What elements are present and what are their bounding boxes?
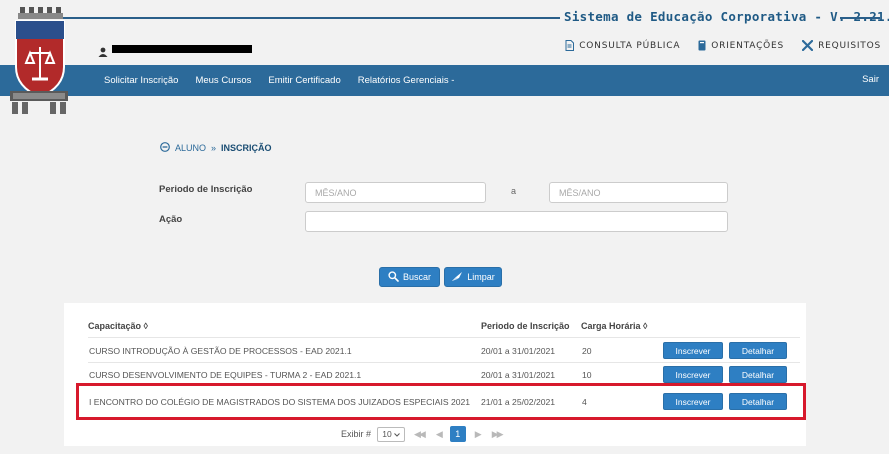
details-button[interactable]: Detalhar xyxy=(729,342,787,359)
tools-icon xyxy=(802,40,814,51)
breadcrumb-current: INSCRIÇÃO xyxy=(221,143,272,153)
course-period: 20/01 a 31/01/2021 xyxy=(481,370,556,380)
search-button[interactable]: Buscar xyxy=(379,267,440,287)
nav-item-solicitar-inscricao[interactable]: Solicitar Inscrição xyxy=(104,75,178,86)
header-rule-right xyxy=(840,17,880,19)
first-page-icon[interactable]: ◀◀ xyxy=(411,429,427,440)
column-header-capacitacao[interactable]: Capacitação ◊ xyxy=(88,321,148,331)
period-separator: a xyxy=(511,186,517,196)
breadcrumb-parent[interactable]: ALUNO xyxy=(175,143,206,153)
chevron-down-icon xyxy=(393,429,400,439)
page-size-select[interactable]: 10 xyxy=(377,426,406,442)
eraser-icon xyxy=(451,271,463,284)
nav-item-relatorios-gerenciais[interactable]: Relatórios Gerenciais - xyxy=(358,75,455,86)
nav-item-emitir-certificado[interactable]: Emitir Certificado xyxy=(268,75,340,86)
action-label: Ação xyxy=(159,214,183,225)
top-link-orientacoes[interactable]: ORIENTAÇÕES xyxy=(698,40,784,51)
header-rule-left xyxy=(60,17,560,19)
period-label: Periodo de Inscrição xyxy=(159,184,253,195)
clear-button[interactable]: Limpar xyxy=(444,267,502,287)
breadcrumb-separator: » xyxy=(211,143,217,153)
top-link-label: CONSULTA PÚBLICA xyxy=(579,40,681,51)
action-input[interactable] xyxy=(305,211,728,232)
course-period: 20/01 a 31/01/2021 xyxy=(481,346,556,356)
top-links: CONSULTA PÚBLICA ORIENTAÇÕES REQUISITOS xyxy=(565,40,881,51)
book-icon xyxy=(698,40,706,51)
clear-button-label: Limpar xyxy=(467,272,495,282)
search-button-label: Buscar xyxy=(402,272,431,282)
logout-link[interactable]: Sair xyxy=(862,74,879,85)
nav-item-meus-cursos[interactable]: Meus Cursos xyxy=(195,75,251,86)
user-info xyxy=(98,42,252,57)
highlight-box xyxy=(76,383,806,420)
page-number-current[interactable]: 1 xyxy=(449,426,466,442)
course-hours: 10 xyxy=(582,370,592,380)
header: Sistema de Educação Corporativa - V. 2.2… xyxy=(0,0,889,38)
breadcrumb: ALUNO » INSCRIÇÃO xyxy=(160,142,272,154)
user-icon xyxy=(98,44,108,57)
details-button[interactable]: Detalhar xyxy=(729,366,787,383)
user-name-redacted xyxy=(112,45,252,53)
table-divider xyxy=(88,337,800,338)
period-to-input[interactable] xyxy=(549,182,728,203)
top-link-consulta-publica[interactable]: CONSULTA PÚBLICA xyxy=(565,40,680,51)
table-divider xyxy=(88,362,800,363)
collapse-circle-icon[interactable] xyxy=(160,142,170,154)
pagination: Exibir # 10 ◀◀ ◀ 1 ▶ ▶▶ xyxy=(341,426,505,442)
course-hours: 20 xyxy=(582,346,592,356)
main-navbar: Solicitar Inscrição Meus Cursos Emitir C… xyxy=(0,65,889,96)
course-name: CURSO DESENVOLVIMENTO DE EQUIPES - TURMA… xyxy=(89,370,362,380)
next-page-icon[interactable]: ▶ xyxy=(472,429,483,440)
nav-menu: Solicitar Inscrição Meus Cursos Emitir C… xyxy=(104,65,454,96)
top-link-requisitos[interactable]: REQUISITOS xyxy=(802,40,881,51)
document-icon xyxy=(565,40,575,51)
period-from-input[interactable] xyxy=(305,182,486,203)
enroll-button[interactable]: Inscrever xyxy=(663,342,723,359)
search-icon xyxy=(388,270,399,284)
course-name: CURSO INTRODUÇÃO À GESTÃO DE PROCESSOS -… xyxy=(89,346,352,356)
top-link-label: ORIENTAÇÕES xyxy=(711,40,785,51)
page-size-label: Exibir # xyxy=(341,429,372,439)
enroll-button[interactable]: Inscrever xyxy=(663,366,723,383)
last-page-icon[interactable]: ▶▶ xyxy=(489,429,505,440)
page-size-value: 10 xyxy=(382,429,392,439)
coat-of-arms-logo xyxy=(8,7,70,115)
prev-page-icon[interactable]: ◀ xyxy=(433,429,444,440)
column-header-carga-horaria[interactable]: Carga Horária ◊ xyxy=(581,321,647,331)
top-link-label: REQUISITOS xyxy=(818,40,881,51)
column-header-periodo: Periodo de Inscrição xyxy=(481,321,570,331)
